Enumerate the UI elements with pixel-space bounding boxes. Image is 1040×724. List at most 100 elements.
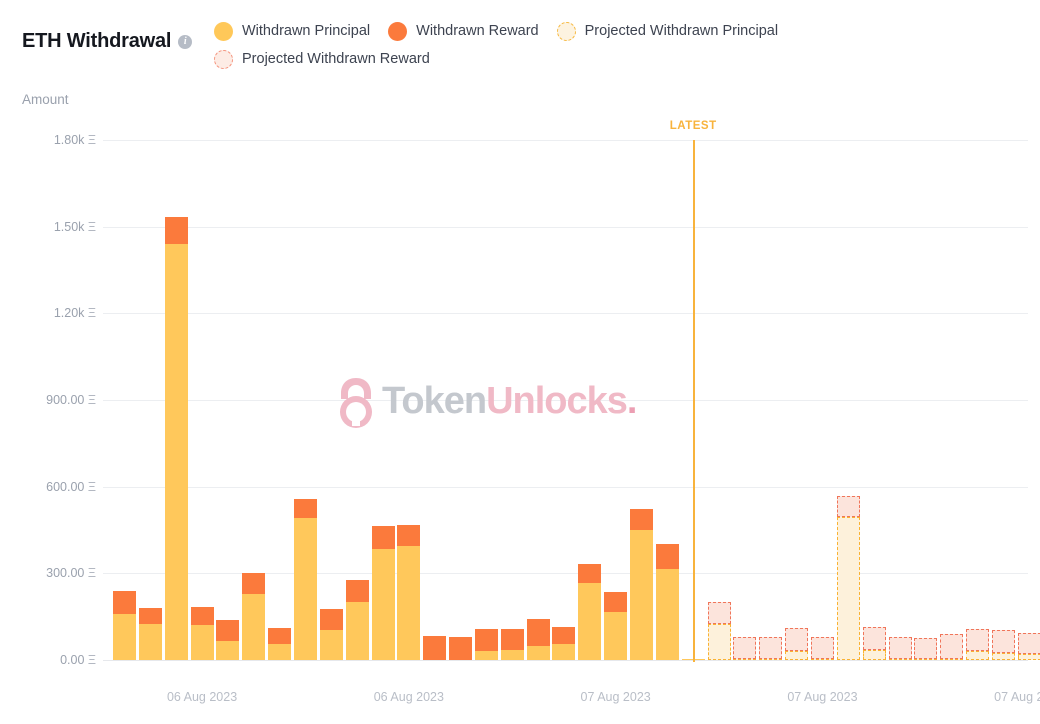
projected-principal-segment [1017,654,1040,660]
reward-segment [293,498,317,519]
reward-segment [578,564,602,584]
plot-area: 0.00 Ξ 300.00 Ξ 600.00 Ξ 900.00 Ξ 1.20k Ξ 1.5… [0,0,1040,724]
bar[interactable] [500,629,524,660]
projected-bar[interactable] [1017,633,1040,660]
latest-marker-line [693,140,696,662]
projected-bar[interactable] [888,636,912,660]
projected-reward-segment [836,496,860,517]
x-axis-tick-label: 06 Aug 2023 [166,690,238,704]
reward-segment [474,628,498,652]
projected-bar[interactable] [940,634,964,660]
reward-segment [500,629,524,650]
gridline [103,660,1028,661]
bar[interactable] [138,608,162,660]
projected-bar[interactable] [785,627,809,660]
projected-reward-segment [862,627,886,650]
projected-reward-segment [733,636,757,659]
projected-bar[interactable] [836,496,860,660]
projected-reward-segment [940,634,964,659]
projected-reward-segment [914,637,938,659]
reward-segment [319,608,343,630]
projected-principal-segment [707,623,731,660]
gridline [103,140,1028,141]
projected-reward-segment [810,636,834,659]
principal-segment [474,651,498,660]
principal-segment [371,548,395,660]
padlock-icon [340,378,372,428]
bar[interactable] [397,524,421,660]
latest-marker-label: LATEST [669,120,717,132]
projected-principal-segment [862,649,886,660]
reward-segment [216,619,240,642]
bar[interactable] [371,525,395,660]
principal-segment [268,644,292,660]
gridline [103,400,1028,401]
projected-bar[interactable] [733,636,757,660]
bar[interactable] [630,509,653,660]
bar[interactable] [319,608,343,660]
projected-reward-segment [1017,633,1040,655]
eth-withdrawal-chart-panel: ETH Withdrawal i Withdrawn Principal With… [0,0,1040,724]
bar[interactable] [423,636,447,660]
bar[interactable] [474,628,498,660]
x-axis-tick-label: 07 Aug 2023 [994,690,1040,704]
bar[interactable] [190,607,214,660]
reward-segment [138,608,162,624]
bar[interactable] [526,619,550,660]
projected-principal-segment [836,517,860,660]
bar[interactable] [242,572,266,660]
principal-segment [552,644,576,660]
y-axis-tick-label: 1.50k Ξ [53,219,96,234]
y-axis-tick-label: 0.00 Ξ [60,653,96,667]
projected-bar[interactable] [991,630,1015,660]
principal-segment [319,629,343,660]
projected-principal-segment [785,651,809,660]
projected-bar[interactable] [810,636,834,660]
reward-segment [552,627,576,645]
principal-segment [190,625,214,660]
x-axis-tick-label: 07 Aug 2023 [580,690,651,704]
bar[interactable] [655,544,679,660]
bar[interactable] [552,627,576,660]
watermark-text: TokenUnlocks. [382,380,637,423]
bar[interactable] [293,498,317,660]
projected-reward-segment [888,636,912,659]
projected-bar[interactable] [966,628,990,660]
projected-bar[interactable] [759,636,783,660]
reward-segment [655,544,679,569]
reward-segment [449,636,473,660]
bar[interactable] [113,591,136,660]
projected-reward-segment [966,628,990,652]
projected-bar[interactable] [914,637,938,660]
bar[interactable] [578,564,602,660]
reward-segment [242,572,266,594]
projected-bar[interactable] [707,602,731,660]
reward-segment [630,509,653,530]
projected-bar[interactable] [862,627,886,660]
bar[interactable] [345,580,369,660]
y-axis-tick-label: 1.80k Ξ [53,133,96,147]
bar[interactable] [164,216,188,660]
bar[interactable] [604,591,628,660]
principal-segment [630,530,653,660]
watermark: TokenUnlocks. [330,372,637,430]
bar[interactable] [268,628,292,660]
principal-segment [164,244,188,660]
bar[interactable] [449,636,473,660]
gridline [103,486,1028,488]
projected-reward-segment [991,630,1015,653]
reward-segment [345,580,369,603]
principal-segment [345,602,369,660]
principal-segment [138,623,162,660]
bar[interactable] [216,619,240,660]
reward-segment [526,619,550,646]
principal-segment [578,583,602,660]
principal-segment [500,649,524,660]
reward-segment [268,628,292,645]
projected-reward-segment [785,627,809,652]
y-axis-tick-label: 300.00 Ξ [46,566,96,581]
y-axis-tick-label: 900.00 Ξ [46,393,96,407]
principal-segment [604,612,628,660]
reward-segment [604,591,628,613]
principal-segment [113,613,136,660]
